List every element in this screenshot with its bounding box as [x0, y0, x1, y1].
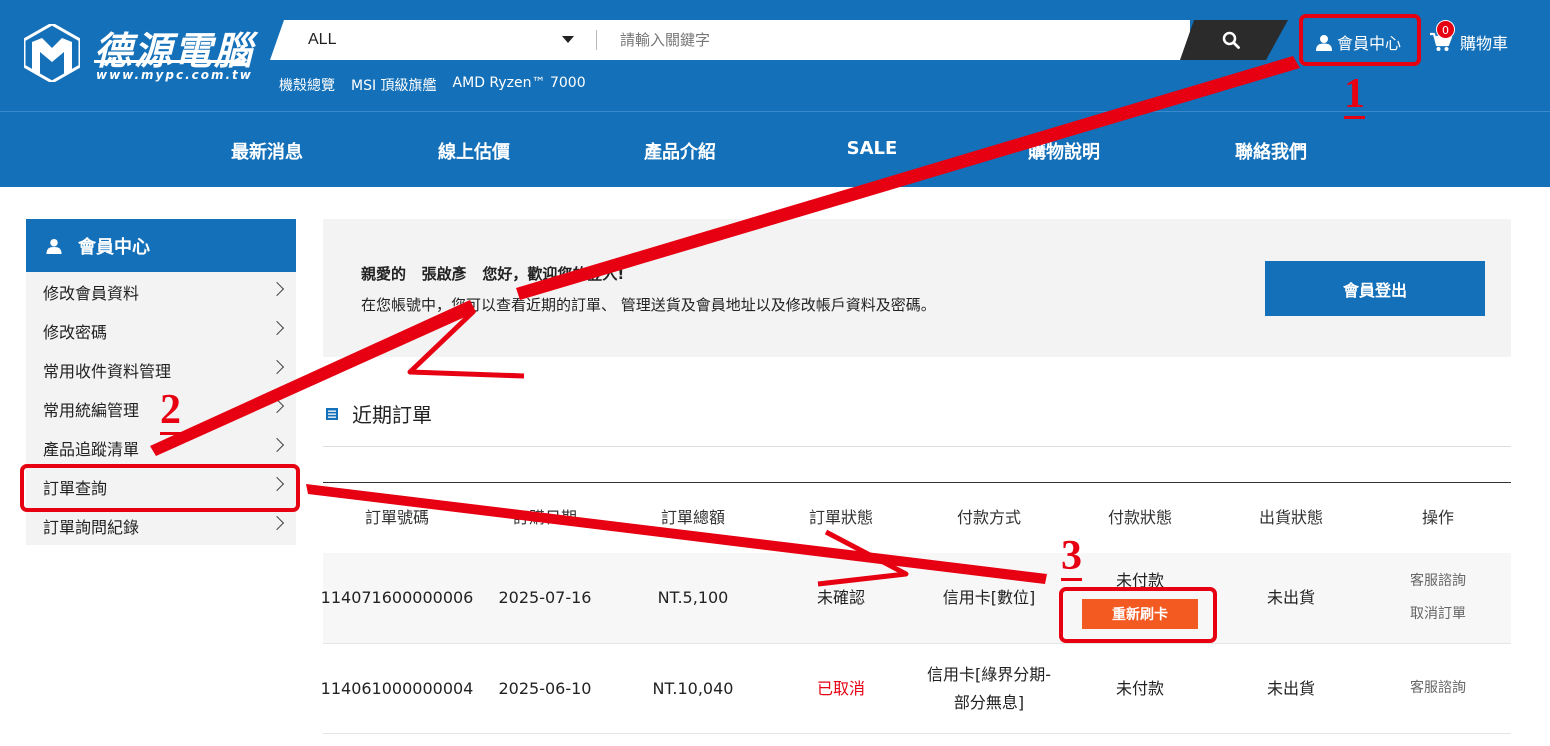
chevron-right-icon: [269, 398, 285, 414]
payment-status: 未付款: [1115, 678, 1164, 698]
sidebar-item-label: 訂單詢問紀錄: [43, 517, 140, 537]
cart-count-badge: 0: [1436, 20, 1455, 39]
order-id[interactable]: 114061000000004: [321, 644, 474, 733]
welcome-greeting: 親愛的 張啟彥 您好，歡迎您的登入!: [361, 265, 625, 283]
logout-button[interactable]: 會員登出: [1265, 261, 1485, 316]
search-button[interactable]: [1180, 20, 1288, 60]
order-status: 已取消: [816, 678, 865, 698]
chevron-right-icon: [269, 281, 285, 297]
sidebar-item-label: 修改會員資料: [43, 283, 140, 303]
search-icon: [1222, 31, 1240, 49]
chevron-right-icon: [269, 437, 285, 453]
site-logo[interactable]: 德源電腦 www.mypc.com.tw: [24, 22, 254, 92]
quick-link[interactable]: 機殼總覽: [279, 75, 335, 95]
sidebar-item-addresses[interactable]: 常用收件資料管理: [26, 350, 296, 389]
chevron-right-icon: [269, 359, 285, 375]
column-header: 付款方式: [956, 508, 1021, 527]
annotation-step-2: 2: [160, 387, 181, 435]
order-date: 2025-06-10: [498, 678, 592, 698]
nav-item-contact[interactable]: 聯絡我們: [1235, 138, 1307, 164]
table-row: 114061000000004 2025-06-10 NT.10,040 已取消…: [321, 644, 1511, 734]
annotation-box-member-center: [1299, 14, 1421, 66]
welcome-description: 在您帳號中，您可以查看近期的訂單、 管理送貨及會員地址以及修改帳戶資料及密碼。: [361, 296, 936, 314]
orders-table: 訂單號碼 訂購日期 訂單總額 訂單狀態 付款方式 付款狀態 出貨狀態 操作 11…: [321, 482, 1511, 734]
sidebar-title: 會員中心: [78, 236, 150, 258]
customer-service-link[interactable]: 客服諮詢: [1410, 565, 1466, 598]
brand-url: www.mypc.com.tw: [96, 68, 253, 82]
order-status: 未確認: [816, 588, 865, 607]
column-header: 訂單狀態: [808, 508, 873, 527]
column-header: 訂單總額: [660, 508, 725, 527]
order-total: NT.5,100: [657, 588, 729, 607]
nav-item-products[interactable]: 產品介紹: [644, 138, 716, 164]
quick-links: 機殼總覽 MSI 頂級旗艦 AMD Ryzen™ 7000: [279, 75, 586, 95]
annotation-step-3: 3: [1061, 533, 1082, 581]
search-bar: ALL: [270, 20, 1288, 60]
cart-label: 購物車: [1460, 34, 1509, 53]
column-header: 訂購日期: [512, 508, 577, 527]
shipping-status: 未出貨: [1266, 588, 1315, 607]
annotation-step-1: 1: [1344, 71, 1365, 119]
sidebar-item-label: 常用收件資料管理: [43, 361, 172, 381]
sidebar-item-label: 修改密碼: [43, 322, 108, 342]
order-date: 2025-07-16: [498, 588, 592, 607]
sidebar-item-edit-profile[interactable]: 修改會員資料: [26, 272, 296, 311]
chevron-down-icon[interactable]: [562, 36, 574, 43]
payment-method-cell: 信用卡[綠界分期- 部分無息]: [915, 644, 1063, 733]
search-category-select[interactable]: ALL: [308, 31, 336, 49]
column-header: 出貨狀態: [1258, 508, 1323, 527]
column-header: 操作: [1421, 508, 1454, 527]
annotation-box-order-lookup: [20, 464, 300, 512]
cancel-order-link[interactable]: 取消訂單: [1410, 598, 1466, 631]
main-nav: 最新消息 線上估價 產品介紹 SALE 購物說明 聯絡我們: [0, 112, 1550, 187]
operations-cell: 客服諮詢: [1365, 644, 1511, 733]
nav-item-sale[interactable]: SALE: [847, 138, 898, 159]
payment-method-line: 信用卡[綠界分期-: [926, 664, 1052, 684]
sidebar-item-label: 產品追蹤清單: [43, 439, 140, 459]
user-icon: [46, 238, 62, 254]
customer-service-link[interactable]: 客服諮詢: [1410, 672, 1466, 705]
list-icon: [326, 407, 338, 420]
cart-link[interactable]: 0 購物車: [1430, 20, 1509, 54]
order-id[interactable]: 114071600000006: [321, 553, 474, 643]
annotation-box-retry-payment: [1059, 587, 1217, 643]
brand-name: 德源電腦: [94, 28, 255, 73]
payment-method: 信用卡[數位]: [942, 588, 1036, 607]
order-total: NT.10,040: [652, 678, 734, 698]
logo-mark-icon: [24, 24, 80, 82]
section-title: 近期訂單: [352, 403, 432, 427]
chevron-right-icon: [269, 515, 285, 531]
nav-item-quote[interactable]: 線上估價: [438, 138, 510, 164]
search-divider: [596, 30, 597, 50]
sidebar-item-change-password[interactable]: 修改密碼: [26, 311, 296, 350]
table-header: 訂單號碼 訂購日期 訂單總額 訂單狀態 付款方式 付款狀態 出貨狀態 操作: [323, 482, 1511, 553]
chevron-right-icon: [269, 320, 285, 336]
column-header: 訂單號碼: [364, 508, 429, 527]
operations-cell: 客服諮詢 取消訂單: [1365, 553, 1511, 643]
search-field-bg: ALL: [270, 20, 1190, 60]
sidebar-item-label: 常用統編管理: [43, 400, 140, 420]
search-input[interactable]: [610, 20, 1170, 60]
table-row: 114071600000006 2025-07-16 NT.5,100 未確認 …: [321, 553, 1511, 644]
section-divider: [323, 446, 1511, 447]
quick-link[interactable]: AMD Ryzen™ 7000: [453, 75, 586, 95]
sidebar-header: 會員中心: [26, 219, 296, 272]
nav-item-news[interactable]: 最新消息: [231, 138, 303, 164]
payment-method-line: 部分無息]: [953, 692, 1025, 712]
shipping-status: 未出貨: [1266, 678, 1315, 698]
welcome-panel: 親愛的 張啟彥 您好，歡迎您的登入! 在您帳號中，您可以查看近期的訂單、 管理送…: [323, 219, 1511, 357]
recent-orders-heading: 近期訂單: [326, 399, 432, 428]
brand-underline: [94, 60, 244, 63]
quick-link[interactable]: MSI 頂級旗艦: [351, 75, 437, 95]
column-header: 付款狀態: [1107, 508, 1172, 527]
nav-item-shopping-guide[interactable]: 購物說明: [1028, 138, 1100, 164]
